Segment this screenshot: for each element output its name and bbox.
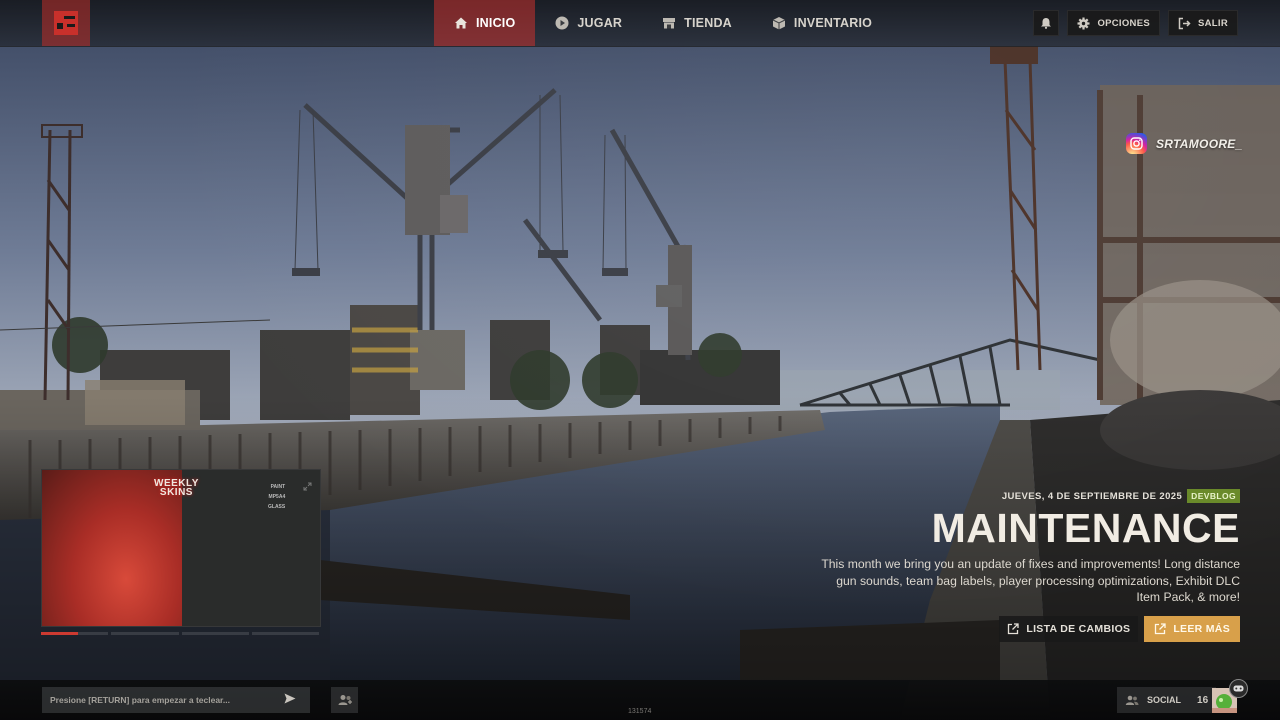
progress-segment[interactable]	[41, 632, 109, 635]
changelog-button[interactable]: LISTA DE CAMBIOS	[999, 615, 1139, 642]
expand-icon[interactable]	[303, 478, 312, 496]
options-label: OPCIONES	[1097, 17, 1150, 29]
options-button[interactable]: OPCIONES	[1067, 10, 1160, 36]
video-tag: MP5A4	[268, 494, 286, 500]
video-image-right	[182, 470, 320, 626]
exit-icon	[1178, 17, 1191, 29]
news-actions: LISTA DE CAMBIOS LEER MÁS	[820, 615, 1240, 642]
video-tag: GLASS	[268, 504, 286, 510]
video-tags: PAINT MP5A4 GLASS	[268, 482, 285, 512]
progress-fill	[41, 632, 78, 635]
external-link-icon	[1155, 622, 1166, 634]
nav-tab-label: INICIO	[476, 16, 516, 30]
news-date-row: JUEVES, 4 DE SEPTIEMBRE DE 2025 DEVBLOG	[820, 489, 1240, 503]
send-icon[interactable]	[284, 691, 296, 709]
logo-icon	[54, 11, 78, 35]
instagram-tag: SRTAMOORE_	[1126, 133, 1243, 154]
social-label: SOCIAL	[1147, 695, 1182, 705]
friends-icon	[1125, 695, 1139, 705]
play-icon	[555, 16, 569, 30]
read-more-button[interactable]: LEER MÁS	[1144, 615, 1240, 642]
changelog-label: LISTA DE CAMBIOS	[1026, 622, 1131, 635]
social-button[interactable]: SOCIAL 16	[1117, 687, 1217, 713]
nav-tab-label: INVENTARIO	[793, 16, 873, 30]
nav-tab-label: JUGAR	[577, 16, 623, 30]
nav-tab-inventario[interactable]: INVENTARIO	[752, 0, 892, 46]
progress-segment[interactable]	[181, 632, 249, 635]
video-title-line2: SKINS	[159, 487, 193, 498]
controller-icon	[1233, 685, 1244, 692]
video-title: WEEKLY SKINS	[154, 479, 199, 498]
news-panel: JUEVES, 4 DE SEPTIEMBRE DE 2025 DEVBLOG …	[820, 489, 1240, 642]
social-count: 16	[1197, 694, 1209, 706]
nav-tab-inicio[interactable]: INICIO	[434, 0, 536, 46]
news-date: JUEVES, 4 DE SEPTIEMBRE DE 2025	[1001, 490, 1183, 502]
notifications-button[interactable]	[1033, 10, 1060, 36]
avatar-status-badge	[1229, 679, 1248, 698]
read-more-label: LEER MÁS	[1173, 622, 1230, 635]
main-nav: INICIO JUGAR TIENDA INVENTARIO	[434, 0, 892, 46]
nav-tab-label: TIENDA	[684, 16, 732, 30]
group-icon	[338, 695, 352, 705]
chat-input[interactable]	[42, 687, 310, 713]
party-button[interactable]	[331, 687, 358, 713]
build-number: 131574	[628, 708, 652, 715]
home-icon	[454, 16, 468, 30]
bell-icon	[1041, 18, 1052, 29]
nav-tab-jugar[interactable]: JUGAR	[535, 0, 642, 46]
rust-logo[interactable]	[42, 0, 90, 46]
top-navigation-bar: INICIO JUGAR TIENDA INVENTARIO OPCIONES …	[0, 0, 1280, 47]
gear-icon	[1077, 17, 1090, 29]
progress-segment[interactable]	[111, 632, 179, 635]
inventory-icon	[772, 16, 786, 30]
instagram-handle: SRTAMOORE_	[1156, 136, 1243, 151]
news-title: MAINTENANCE	[931, 505, 1240, 551]
video-carousel-progress	[41, 632, 319, 635]
instagram-icon	[1126, 133, 1147, 154]
progress-segment[interactable]	[251, 632, 319, 635]
top-right-actions: OPCIONES SALIR	[1033, 10, 1238, 36]
nav-tab-tienda[interactable]: TIENDA	[642, 0, 752, 46]
exit-label: SALIR	[1198, 17, 1228, 29]
news-description: This month we bring you an update of fix…	[821, 557, 1240, 604]
exit-button[interactable]: SALIR	[1168, 10, 1238, 36]
store-icon	[662, 16, 676, 30]
external-link-icon	[1008, 622, 1020, 634]
featured-video-thumbnail[interactable]: WEEKLY SKINS PAINT MP5A4 GLASS	[41, 469, 321, 627]
devblog-badge: DEVBLOG	[1187, 489, 1240, 503]
bottom-bar: 131574 SOCIAL 16	[0, 680, 1280, 720]
video-tag: PAINT	[270, 484, 286, 490]
